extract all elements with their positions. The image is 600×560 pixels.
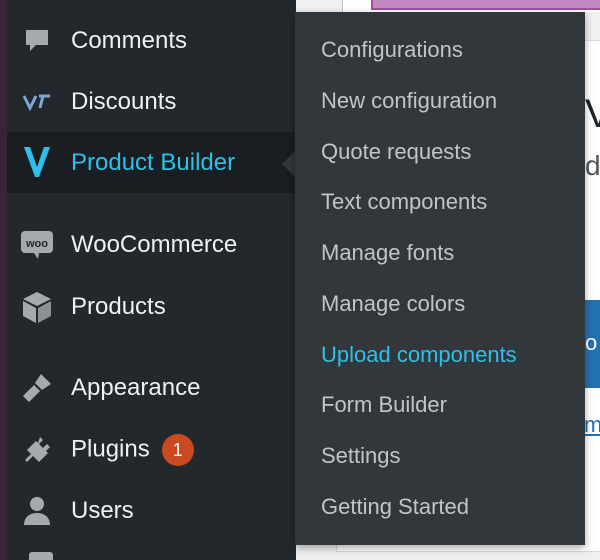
sidebar-item-products[interactable]: Products bbox=[7, 276, 296, 337]
notice-bar bbox=[371, 0, 600, 10]
paintbrush-icon bbox=[19, 370, 55, 406]
sidebar-item-label: WooCommerce bbox=[71, 230, 238, 258]
sidebar-item-comments[interactable]: Comments bbox=[7, 10, 296, 71]
sidebar-item-label: Discounts bbox=[71, 87, 177, 115]
sidebar-item-label: Plugins bbox=[71, 434, 150, 462]
sidebar-item-label: Appearance bbox=[71, 373, 201, 401]
left-edge-strip bbox=[0, 0, 7, 560]
sidebar-item-plugins[interactable]: Plugins 1 bbox=[7, 419, 296, 480]
comment-icon bbox=[19, 23, 55, 59]
content-top-bar bbox=[342, 0, 600, 12]
admin-sidebar: Comments Discounts Product Builder woo W… bbox=[7, 0, 296, 560]
sidebar-item-label: Products bbox=[71, 292, 166, 320]
submenu-item-new-configuration[interactable]: New configuration bbox=[321, 81, 497, 121]
sidebar-item-label: Product Builder bbox=[71, 148, 236, 176]
sidebar-item-product-builder[interactable]: Product Builder bbox=[7, 132, 296, 193]
woocommerce-icon: woo bbox=[19, 227, 55, 263]
primary-button-label: o bbox=[585, 330, 598, 355]
sidebar-item-appearance[interactable]: Appearance bbox=[7, 357, 296, 418]
user-icon bbox=[19, 493, 55, 529]
submenu-item-configurations[interactable]: Configurations bbox=[321, 30, 463, 70]
sidebar-item-users[interactable]: Users bbox=[7, 480, 296, 541]
next-menu-icon-partial bbox=[29, 552, 53, 560]
submenu-item-quote-requests[interactable]: Quote requests bbox=[321, 132, 471, 172]
primary-button-fragment[interactable]: o bbox=[583, 300, 600, 388]
submenu-item-getting-started[interactable]: Getting Started bbox=[321, 487, 469, 527]
sidebar-item-discounts[interactable]: Discounts bbox=[7, 71, 296, 132]
submenu-item-manage-colors[interactable]: Manage colors bbox=[321, 284, 465, 324]
update-count-badge: 1 bbox=[161, 433, 194, 466]
submenu-item-upload-components[interactable]: Upload components bbox=[321, 335, 517, 375]
plug-icon bbox=[19, 432, 55, 468]
current-item-pointer bbox=[282, 151, 295, 177]
product-builder-submenu: Configurations New configuration Quote r… bbox=[295, 12, 585, 545]
page-heading-fragment: V bbox=[585, 92, 600, 136]
sidebar-item-label-wrap: Plugins 1 bbox=[71, 433, 194, 466]
submenu-item-text-components[interactable]: Text components bbox=[321, 182, 487, 222]
submenu-item-manage-fonts[interactable]: Manage fonts bbox=[321, 233, 454, 273]
sidebar-item-label: Users bbox=[71, 496, 134, 524]
content-link-fragment[interactable]: m bbox=[584, 412, 600, 438]
discounts-logo-icon bbox=[19, 84, 55, 120]
product-builder-logo-icon bbox=[19, 145, 55, 181]
sidebar-item-label: Comments bbox=[71, 26, 188, 54]
submenu-item-settings[interactable]: Settings bbox=[321, 436, 401, 476]
svg-text:woo: woo bbox=[25, 238, 48, 250]
submenu-item-form-builder[interactable]: Form Builder bbox=[321, 385, 447, 425]
sidebar-item-woocommerce[interactable]: woo WooCommerce bbox=[7, 214, 296, 275]
box-icon bbox=[19, 289, 55, 325]
page-subtitle-fragment: d bbox=[585, 150, 600, 181]
